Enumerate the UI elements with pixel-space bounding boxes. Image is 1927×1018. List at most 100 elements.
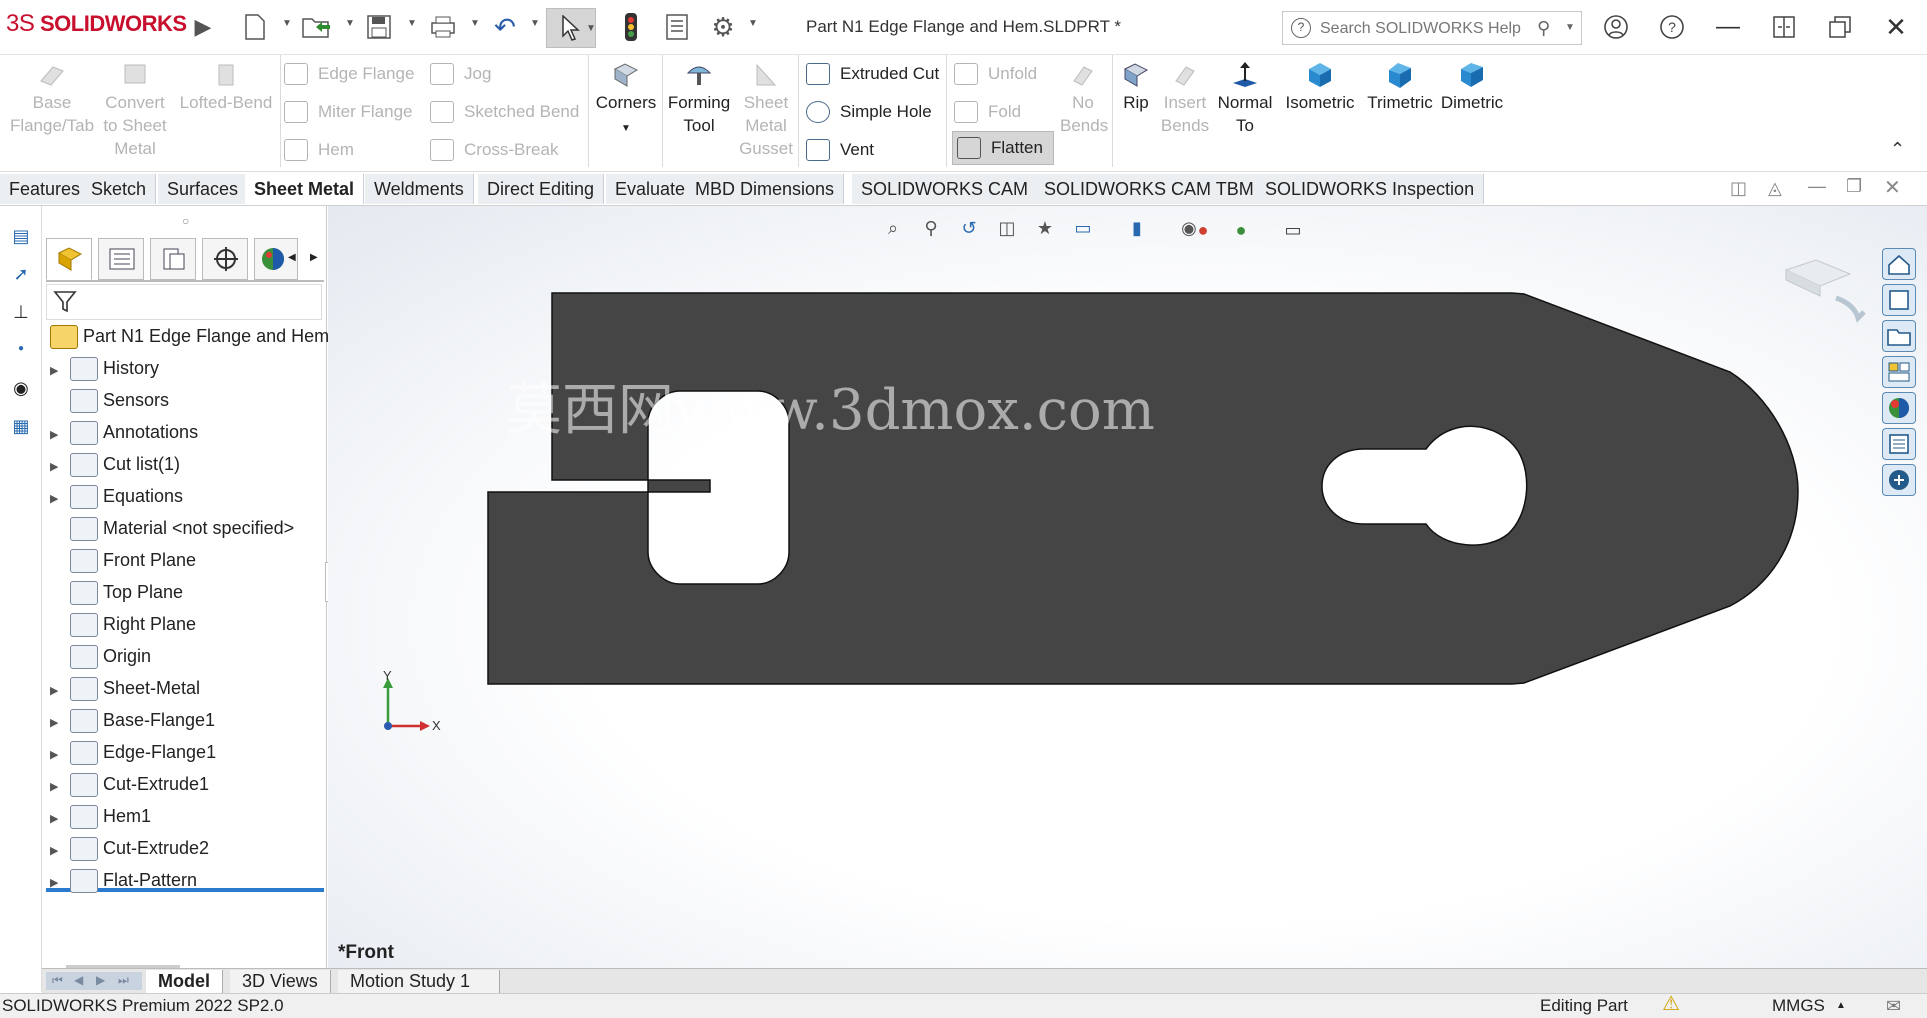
dock-right-icon[interactable]: ◬ [1768, 178, 1782, 199]
search-icon[interactable]: ⚲ [1537, 18, 1550, 39]
custom-properties-icon[interactable] [1882, 428, 1916, 460]
tree-item[interactable]: Front Plane [50, 544, 330, 576]
graphics-area[interactable]: ⌕ ⚲ ↺ ◫ ★ ▭ ▮ ◉ ● ● ▭ 莫西网www.3dmox.com Y… [328, 206, 1927, 969]
resources-home-icon[interactable] [1882, 248, 1916, 280]
tab-features[interactable]: Features [0, 174, 91, 204]
lofted-bend-button[interactable]: Lofted-Bend [176, 61, 276, 114]
doc-minimize-icon[interactable]: — [1808, 176, 1826, 197]
property-manager-tab-icon[interactable] [98, 238, 144, 280]
tab-scroll-right-icon[interactable]: ▶ [310, 252, 318, 263]
tile-windows-icon[interactable] [1766, 10, 1802, 44]
instant3d-icon[interactable]: ▦ [6, 412, 36, 440]
expand-arrow-icon[interactable]: ▶ [50, 707, 70, 739]
tab-solidworks-cam[interactable]: SOLIDWORKS CAM [852, 174, 1039, 204]
restore-window-icon[interactable] [1822, 10, 1858, 44]
simple-hole-button[interactable]: Simple Hole [806, 97, 932, 127]
normal-to-button[interactable]: Normal To [1212, 61, 1278, 137]
tab-motion-study-1[interactable]: Motion Study 1 [338, 970, 500, 993]
rebuild-warning-icon[interactable]: ⚠ [1662, 992, 1680, 1016]
tree-item[interactable]: ▶ Flat-Pattern [50, 864, 330, 896]
flat-pattern-part[interactable]: 莫西网www.3dmox.com Y X [328, 206, 1927, 969]
doc-close-icon[interactable]: ✕ [1884, 175, 1901, 200]
isometric-view-button[interactable]: Isometric [1280, 61, 1360, 114]
configuration-tab-icon[interactable] [150, 238, 196, 280]
new-dropdown-icon[interactable]: ▼ [282, 18, 292, 29]
base-flange-button[interactable]: Base Flange/Tab [2, 61, 102, 137]
file-properties-icon[interactable] [662, 12, 692, 42]
panel-grip-icon[interactable]: ○ [182, 214, 189, 228]
tree-filter-bar[interactable] [46, 284, 322, 320]
tree-item[interactable]: Top Plane [50, 576, 330, 608]
tree-item[interactable]: ▶ Cut-Extrude1 [50, 768, 330, 800]
expand-arrow-icon[interactable]: ▶ [50, 739, 70, 771]
save-icon[interactable] [364, 12, 394, 42]
tree-item[interactable]: ▶ Equations [50, 480, 330, 512]
center-of-mass-icon[interactable]: ◉ [6, 374, 36, 402]
hem-button[interactable]: Hem [284, 135, 354, 165]
feature-tree-tab-icon[interactable] [46, 238, 92, 280]
sketch-tool-icon[interactable]: ▤ [6, 222, 36, 250]
options-dropdown-icon[interactable]: ▼ [748, 18, 758, 29]
dimxpert-tab-icon[interactable] [202, 238, 248, 280]
jog-button[interactable]: Jog [430, 59, 491, 89]
expand-arrow-icon[interactable]: ▶ [50, 867, 70, 899]
forming-tool-button[interactable]: Forming Tool [664, 61, 734, 137]
open-icon[interactable] [302, 12, 332, 42]
tab-surfaces[interactable]: Surfaces [158, 174, 249, 204]
tab-evaluate[interactable]: Evaluate [606, 174, 696, 204]
line-tool-icon[interactable]: ➚ [6, 260, 36, 288]
undo-dropdown-icon[interactable]: ▼ [530, 18, 540, 29]
design-library-icon[interactable] [1882, 284, 1916, 316]
vent-button[interactable]: Vent [806, 135, 874, 165]
new-document-icon[interactable] [240, 12, 270, 42]
sketched-bend-button[interactable]: Sketched Bend [430, 97, 579, 127]
tree-item[interactable]: Sensors [50, 384, 330, 416]
solidworks-forum-icon[interactable] [1882, 464, 1916, 496]
tab-sheet-metal[interactable]: Sheet Metal [245, 174, 365, 204]
units-selector[interactable]: MMGS [1772, 994, 1825, 1018]
print-dropdown-icon[interactable]: ▼ [470, 18, 480, 29]
open-dropdown-icon[interactable]: ▼ [345, 18, 355, 29]
solidworks-logo[interactable]: 3S SOLIDWORKS [6, 10, 187, 38]
tab-solidworks-inspection[interactable]: SOLIDWORKS Inspection [1256, 174, 1485, 204]
tab-3d-views[interactable]: 3D Views [230, 970, 331, 993]
trimetric-view-button[interactable]: Trimetric [1360, 61, 1440, 114]
insert-bends-button[interactable]: Insert Bends [1160, 61, 1210, 137]
filter-icon[interactable] [53, 290, 77, 314]
expand-menu-icon[interactable]: ▶ [188, 12, 218, 42]
tree-item[interactable]: Right Plane [50, 608, 330, 640]
minimize-window-icon[interactable]: — [1710, 10, 1746, 44]
tab-weldments[interactable]: Weldments [365, 174, 474, 204]
unfold-button[interactable]: Unfold [954, 59, 1037, 89]
appearances-icon[interactable] [1882, 392, 1916, 424]
tab-direct-editing[interactable]: Direct Editing [478, 174, 605, 204]
search-dropdown-icon[interactable]: ▼ [1565, 22, 1575, 33]
corners-button[interactable]: Corners ▼ [592, 61, 660, 140]
options-gear-icon[interactable]: ⚙ [708, 12, 738, 42]
flatten-button[interactable]: Flatten [952, 131, 1054, 165]
tree-item[interactable]: ▶ Hem1 [50, 800, 330, 832]
rip-button[interactable]: Rip [1114, 61, 1158, 114]
units-dropdown-icon[interactable]: ▲ [1836, 994, 1846, 1018]
axis-tool-icon[interactable]: ⊥ [6, 298, 36, 326]
tab-model[interactable]: Model [146, 970, 223, 993]
undo-icon[interactable]: ↶ [490, 12, 520, 42]
expand-arrow-icon[interactable]: ▶ [50, 675, 70, 707]
tree-item[interactable]: ▶ Sheet-Metal [50, 672, 330, 704]
save-dropdown-icon[interactable]: ▼ [407, 18, 417, 29]
rebuild-icon[interactable] [616, 12, 646, 42]
convert-to-sheet-metal-button[interactable]: Convert to Sheet Metal [102, 61, 168, 160]
tree-item[interactable]: ▶ Edge-Flange1 [50, 736, 330, 768]
tree-root[interactable]: Part N1 Edge Flange and Hem [50, 320, 330, 352]
expand-arrow-icon[interactable]: ▶ [50, 355, 70, 387]
quick-tips-icon[interactable]: ✉ [1886, 994, 1901, 1018]
help-icon[interactable]: ? [1654, 10, 1690, 44]
file-explorer-icon[interactable] [1882, 320, 1916, 352]
collapse-ribbon-icon[interactable]: ⌃ [1890, 139, 1905, 160]
dimetric-view-button[interactable]: Dimetric [1434, 61, 1510, 114]
expand-arrow-icon[interactable]: ▶ [50, 483, 70, 515]
tree-item[interactable]: Origin [50, 640, 330, 672]
tree-item[interactable]: ▶ Cut list(1) [50, 448, 330, 480]
edge-flange-button[interactable]: Edge Flange [284, 59, 414, 89]
close-window-icon[interactable]: ✕ [1878, 10, 1914, 44]
